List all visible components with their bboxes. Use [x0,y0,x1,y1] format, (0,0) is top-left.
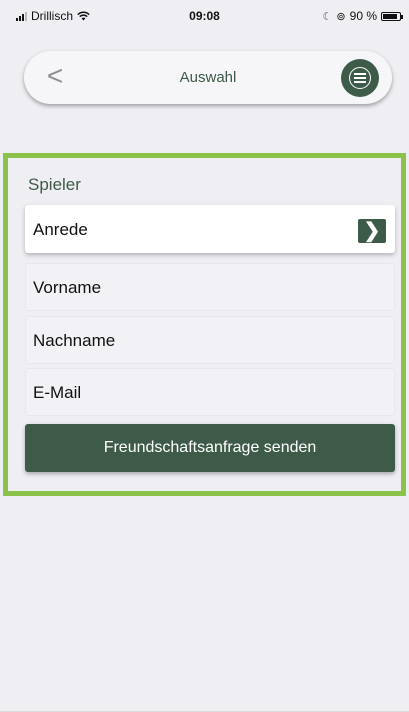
status-bar: Drillisch 09:08 ☾ ⊚ 90 % [0,0,409,28]
menu-line [354,73,366,75]
first-name-field[interactable]: Vorname [25,263,395,311]
status-right: ☾ ⊚ 90 % [322,9,403,23]
last-name-field[interactable]: Nachname [25,316,395,364]
navigation-bar: < Auswahl [24,51,392,104]
field-label: Vorname [33,278,102,297]
orientation-lock-icon: ⊚ [336,10,346,23]
section-title: Spieler [28,175,81,194]
menu-line [354,81,366,83]
send-friend-request-button[interactable]: Freundschaftsanfrage senden [25,424,395,472]
battery-percent: 90 % [349,9,377,23]
email-field[interactable]: E-Mail [25,368,395,416]
chevron-right-icon[interactable]: ❯ [358,219,386,243]
field-label: Nachname [33,331,116,350]
page-title: Auswahl [179,69,237,86]
menu-button[interactable] [341,59,379,97]
field-label: Anrede [33,220,88,239]
player-form-card: Spieler Anrede ❯ Vorname Nachname E-Mail… [3,153,406,496]
moon-icon: ☾ [322,10,333,23]
field-label: E-Mail [33,383,82,402]
battery-icon [381,11,403,21]
menu-line [354,77,366,79]
salutation-field[interactable]: Anrede ❯ [25,205,395,253]
battery-fill [383,13,397,19]
